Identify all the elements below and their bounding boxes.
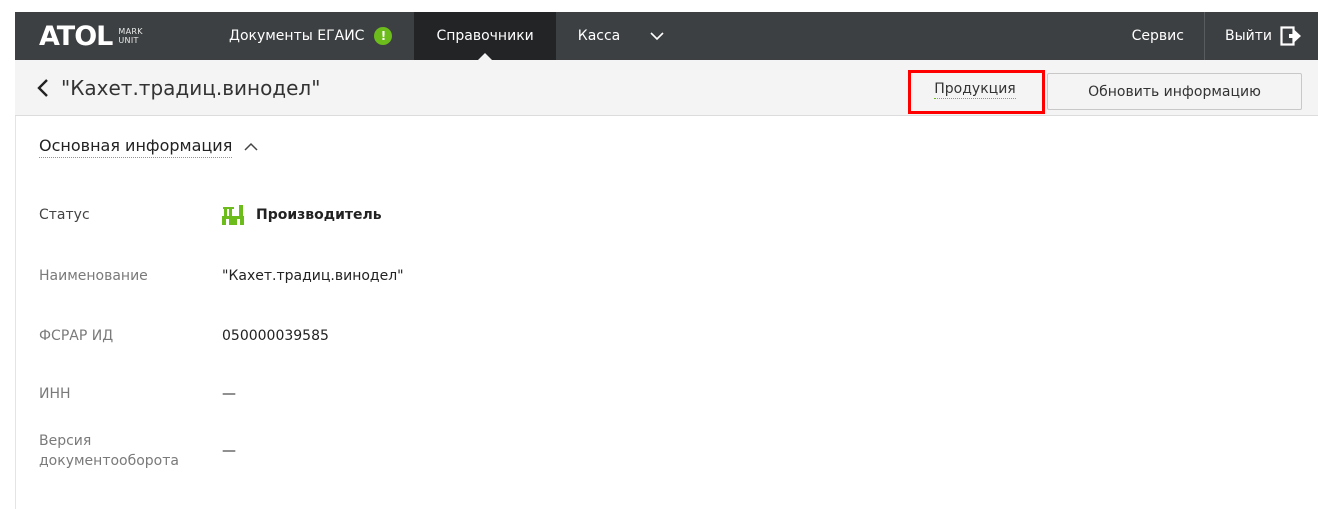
nav-item-label: Сервис <box>1131 28 1184 44</box>
top-navbar: ATOL MARK UNIT Документы ЕГАИС ! Справоч… <box>15 12 1318 60</box>
info-row-doc-version: Версия документооборота — <box>39 431 236 471</box>
products-button-label: Продукция <box>934 81 1016 99</box>
info-row-value: "Кахет.традиц.винодел" <box>222 268 404 284</box>
page: ATOL MARK UNIT Документы ЕГАИС ! Справоч… <box>0 0 1318 509</box>
factory-icon <box>222 205 244 225</box>
nav-item-service[interactable]: Сервис <box>1112 12 1204 60</box>
info-row-key: Версия документооборота <box>39 433 179 469</box>
info-row-key: Статус <box>39 207 90 223</box>
info-row-key: Наименование <box>39 268 148 284</box>
info-row-key: ИНН <box>39 386 71 402</box>
refresh-info-button-label: Обновить информацию <box>1088 83 1261 100</box>
nav-more-dropdown[interactable] <box>642 12 680 60</box>
logout-button[interactable]: Выйти <box>1203 12 1318 60</box>
info-row-key: ФСРАР ИД <box>39 328 114 344</box>
logout-icon <box>1280 26 1301 46</box>
atol-logo[interactable]: ATOL MARK UNIT <box>15 12 211 60</box>
info-row-name: Наименование "Кахет.традиц.винодел" <box>39 266 404 286</box>
nav-item-label: Документы ЕГАИС <box>229 28 365 44</box>
logout-label: Выйти <box>1224 28 1272 44</box>
section-toggle-main-info[interactable]: Основная информация <box>39 136 258 158</box>
products-button[interactable]: Продукция <box>910 73 1040 107</box>
back-button[interactable] <box>15 60 63 115</box>
navbar-spacer <box>680 12 1111 60</box>
nav-item-cash-register[interactable]: Касса <box>556 12 643 60</box>
info-row-status: Статус Производитель <box>39 205 382 225</box>
refresh-info-button[interactable]: Обновить информацию <box>1047 73 1302 110</box>
logo-subtext-line1: MARK <box>118 27 143 36</box>
alert-badge-icon: ! <box>374 27 393 45</box>
nav-item-label: Справочники <box>436 28 534 44</box>
nav-item-egais-documents[interactable]: Документы ЕГАИС ! <box>211 12 414 60</box>
info-row-inn: ИНН — <box>39 384 236 404</box>
status-value: Производитель <box>256 207 382 223</box>
section-title: Основная информация <box>39 136 233 158</box>
page-header: "Кахет.традиц.винодел" Продукция Обновит… <box>15 60 1318 116</box>
logo-subtext-line2: UNIT <box>118 36 139 45</box>
logo-text: ATOL <box>39 20 113 52</box>
logo-subtext: MARK UNIT <box>118 27 142 45</box>
info-row-fsrar-id: ФСРАР ИД 050000039585 <box>39 326 329 346</box>
nav-item-label: Касса <box>577 28 621 44</box>
chevron-up-icon <box>244 142 258 151</box>
info-row-value: — <box>222 386 236 402</box>
info-row-value: — <box>222 443 236 459</box>
chevron-left-icon <box>37 78 48 97</box>
info-row-value: 050000039585 <box>222 328 329 344</box>
page-title: "Кахет.традиц.винодел" <box>61 75 321 100</box>
content-left-border <box>15 116 16 509</box>
info-row-value: Производитель <box>222 205 382 225</box>
chevron-down-icon <box>650 31 664 40</box>
nav-item-directories[interactable]: Справочники <box>414 12 556 60</box>
